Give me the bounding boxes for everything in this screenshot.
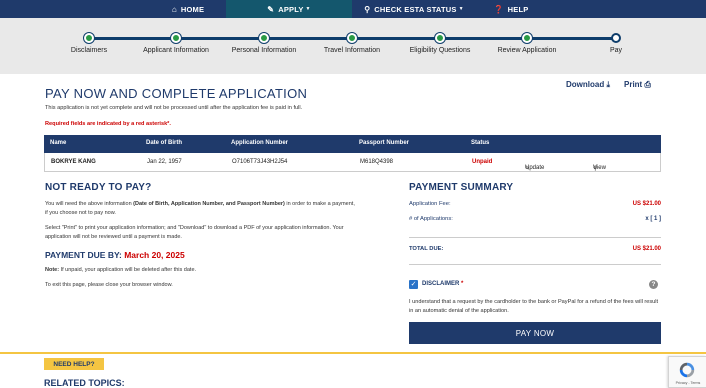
cell-status: Unpaid <box>472 159 493 165</box>
due-label: PAYMENT DUE BY: <box>45 250 122 260</box>
header-status: Status <box>471 140 490 146</box>
nav-home-label: HOME <box>180 4 205 14</box>
download-link[interactable]: Download ⤓ <box>566 80 610 90</box>
progress-tracker: Disclaimers Applicant Information Person… <box>0 18 706 74</box>
recaptcha-text: Privacy - Terms <box>675 381 701 385</box>
cell-passport: M618Q4398 <box>360 159 394 165</box>
step-dot-eligibility-questions <box>435 33 445 43</box>
step-dot-review-application <box>522 33 532 43</box>
intro-text: This application is not yet complete and… <box>45 105 303 111</box>
update-label: Update <box>525 165 545 171</box>
deletion-note: Note: If unpaid, your application will b… <box>45 266 355 275</box>
header-name: Name <box>50 140 67 146</box>
download-icon: ⤓ <box>606 80 610 89</box>
nav-help[interactable]: ❓ HELP <box>476 0 546 18</box>
summary-divider <box>409 237 661 238</box>
step-dot-disclaimers <box>84 33 94 43</box>
nav-check-label: CHECK ESTA STATUS <box>374 4 457 14</box>
disclaimer-label-text: DISCLAIMER <box>422 281 460 287</box>
search-icon: ⚲ <box>364 4 371 14</box>
need-help-badge: NEED HELP? <box>44 358 104 370</box>
not-ready-heading: NOT READY TO PAY? <box>45 182 152 193</box>
total-value: US $21.00 <box>632 246 661 252</box>
not-ready-text-1: You will need the above information <box>45 201 134 207</box>
header-app-number: Application Number <box>231 140 289 146</box>
note-label: Note: <box>45 267 60 273</box>
download-label: Download <box>566 80 605 89</box>
print-label: Print <box>624 80 643 89</box>
nav-apply[interactable]: ✎ APPLY ▼ <box>226 0 352 18</box>
disclaimer-checkbox[interactable]: ✓ <box>409 280 418 289</box>
required-asterisk: * <box>461 281 464 287</box>
table-row: BOKRYE KANG Jan 22, 1957 O7106T73J43H2J5… <box>44 153 661 172</box>
disclaimer-label: DISCLAIMER * <box>422 281 463 287</box>
cell-app-number: O7106T73J43H2J54 <box>232 159 288 165</box>
count-value: x [ 1 ] <box>645 216 661 222</box>
payment-due: PAYMENT DUE BY: March 20, 2025 <box>45 250 185 260</box>
pay-now-button[interactable]: PAY NOW <box>409 322 661 344</box>
nav-check-status[interactable]: ⚲ CHECK ESTA STATUS ▼ <box>352 0 476 18</box>
step-label-pay: Pay <box>609 47 623 54</box>
application-table: Name Date of Birth Application Number Pa… <box>44 135 661 172</box>
help-question-icon[interactable]: ? <box>649 280 658 289</box>
summary-divider-2 <box>409 264 661 265</box>
not-ready-text-bold: (Date of Birth, Application Number, and … <box>133 201 285 207</box>
recaptcha-icon <box>679 362 695 378</box>
not-ready-paragraph: You will need the above information (Dat… <box>45 200 355 217</box>
payment-summary-heading: PAYMENT SUMMARY <box>409 182 514 193</box>
main-content: PAY NOW AND COMPLETE APPLICATION Downloa… <box>0 74 706 352</box>
count-label: # of Applications: <box>409 216 453 222</box>
pencil-icon: ✎ <box>267 4 275 14</box>
cell-name: BOKRYE KANG <box>51 159 96 165</box>
recaptcha-badge[interactable]: Privacy - Terms <box>668 356 706 388</box>
help-footer: NEED HELP? RELATED TOPICS: <box>0 352 706 388</box>
step-dot-pay <box>611 33 621 43</box>
caret-down-icon: ▼ <box>305 6 311 12</box>
caret-down-icon: ▼ <box>458 6 464 12</box>
related-topics-heading: RELATED TOPICS: <box>44 378 125 388</box>
page-title: PAY NOW AND COMPLETE APPLICATION <box>45 86 308 101</box>
fee-label: Application Fee: <box>409 201 451 207</box>
header-dob: Date of Birth <box>146 140 182 146</box>
step-dot-travel-information <box>347 33 357 43</box>
fee-value: US $21.00 <box>632 201 661 207</box>
view-label: View <box>593 165 606 171</box>
home-icon: ⌂ <box>171 4 177 14</box>
question-circle-icon: ❓ <box>493 4 504 14</box>
total-label: TOTAL DUE: <box>409 246 444 252</box>
printer-icon: ⎙ <box>644 80 651 89</box>
step-dot-applicant-information <box>171 33 181 43</box>
nav-help-label: HELP <box>507 4 529 14</box>
print-link[interactable]: Print ⎙ <box>624 80 651 90</box>
table-header: Name Date of Birth Application Number Pa… <box>44 135 661 153</box>
disclaimer-text: I understand that a request by the cardh… <box>409 299 659 314</box>
print-download-paragraph: Select "Print" to print your application… <box>45 225 344 240</box>
nav-apply-label: APPLY <box>278 4 304 14</box>
note-text: If unpaid, your application will be dele… <box>59 267 197 273</box>
exit-note: To exit this page, please close your bro… <box>45 282 173 288</box>
step-dot-personal-information <box>259 33 269 43</box>
cell-dob: Jan 22, 1957 <box>147 159 182 165</box>
header-passport: Passport Number <box>359 140 410 146</box>
due-date: March 20, 2025 <box>124 250 185 260</box>
required-fields-note: Required fields are indicated by a red a… <box>45 121 171 127</box>
top-navigation: ⌂ HOME ✎ APPLY ▼ ⚲ CHECK ESTA STATUS ▼ ❓… <box>0 0 706 18</box>
nav-home[interactable]: ⌂ HOME <box>150 0 226 18</box>
